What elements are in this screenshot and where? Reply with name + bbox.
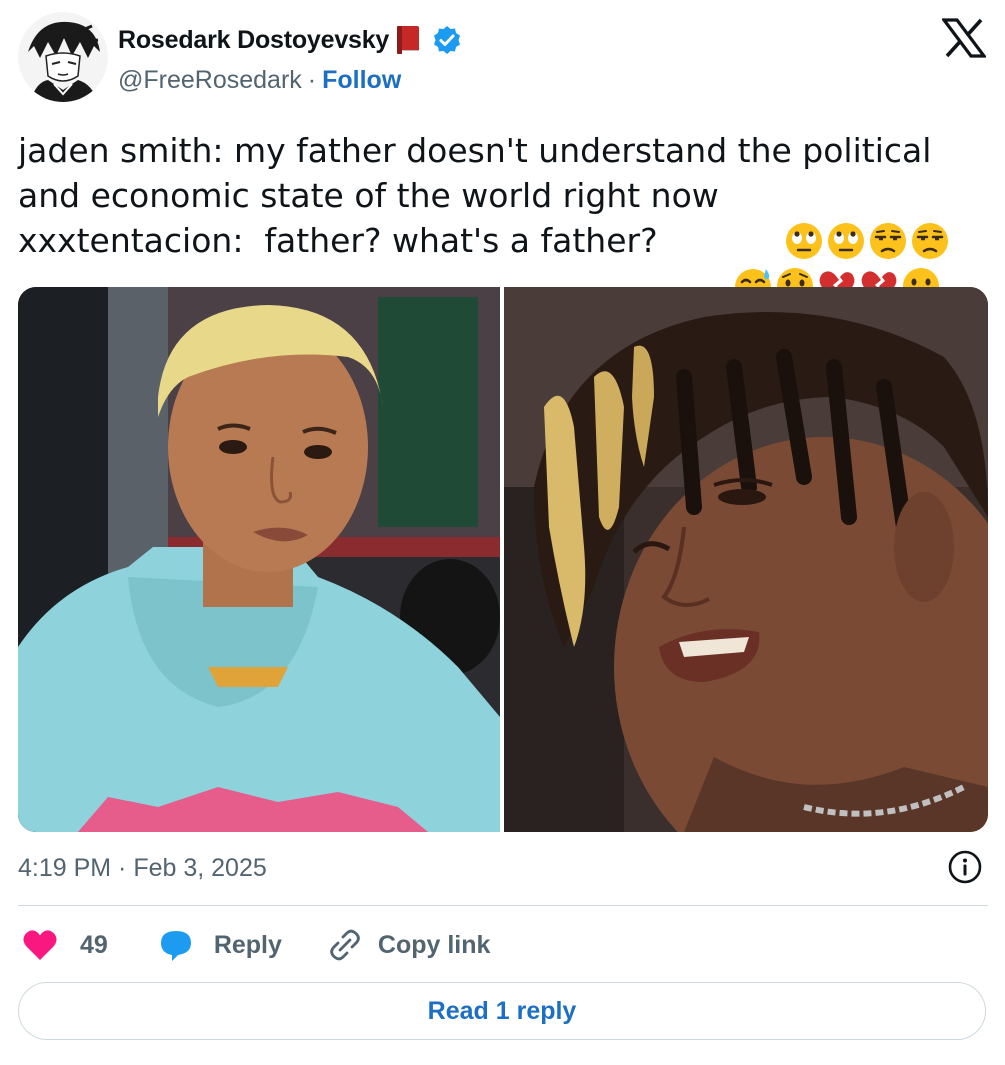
copy-link-label: Copy link	[377, 930, 491, 959]
like-count: 49	[80, 930, 108, 959]
avatar-image	[18, 12, 108, 102]
unamused-face-icon	[805, 176, 906, 259]
heart-icon	[23, 930, 57, 960]
closed-book-icon	[391, 23, 425, 57]
info-icon[interactable]	[946, 848, 984, 886]
like-button[interactable]: 49	[22, 928, 108, 962]
confused-face-icon	[838, 221, 940, 304]
tweet-media	[18, 287, 988, 832]
tweet-action-bar: 49 Reply Copy link	[18, 920, 490, 970]
reply-button[interactable]: Reply	[158, 927, 282, 963]
media-photo-right[interactable]	[504, 287, 988, 832]
read-replies-button[interactable]: Read 1 reply	[18, 982, 986, 1040]
photo-icon	[18, 287, 500, 832]
follow-button[interactable]: Follow	[322, 66, 401, 95]
grinning-face-with-sweat-icon	[670, 221, 772, 305]
tweet-line-text: jaden smith: my father doesn't understan…	[18, 131, 932, 170]
tweet-line: jaden smith: my father doesn't understan…	[18, 128, 988, 173]
read-replies-label: Read 1 reply	[427, 996, 577, 1025]
tweet-line: and economic state of the world right no…	[18, 173, 988, 259]
reply-label: Reply	[213, 930, 282, 959]
face-with-rolling-eyes-icon	[721, 176, 822, 259]
tweet-line-text: xxxtentacion: father? what's a father?	[18, 221, 669, 260]
tweet-timestamp[interactable]: 4:19 PM · Feb 3, 2025	[18, 850, 267, 886]
tweet-text: jaden smith: my father doesn't understan…	[18, 128, 988, 305]
link-icon	[330, 929, 360, 961]
author-handle[interactable]: @FreeRosedark	[118, 66, 302, 95]
x-logo-icon[interactable]	[940, 18, 988, 58]
crying-face-icon	[712, 221, 814, 304]
author-avatar[interactable]	[18, 12, 108, 102]
author-display-name[interactable]: Rosedark Dostoyevsky	[118, 26, 389, 55]
tweet-line-text: and economic state of the world right no…	[18, 176, 719, 215]
broken-heart-icon	[796, 221, 897, 301]
media-photo-left[interactable]	[18, 287, 500, 832]
copy-link-button[interactable]: Copy link	[328, 928, 491, 962]
divider	[18, 905, 988, 906]
separator-dot: ·	[307, 65, 317, 94]
unamused-face-icon	[847, 176, 948, 259]
author-handle-row: @FreeRosedark · Follow	[118, 62, 401, 98]
tweet-line: xxxtentacion: father? what's a father?	[18, 218, 988, 305]
verified-badge-icon	[431, 24, 463, 56]
face-with-rolling-eyes-icon	[763, 176, 864, 259]
author-name-row[interactable]: Rosedark Dostoyevsky	[118, 20, 463, 60]
photo-icon	[504, 287, 988, 832]
broken-heart-icon	[754, 221, 855, 301]
reply-bubble-icon	[160, 931, 191, 961]
